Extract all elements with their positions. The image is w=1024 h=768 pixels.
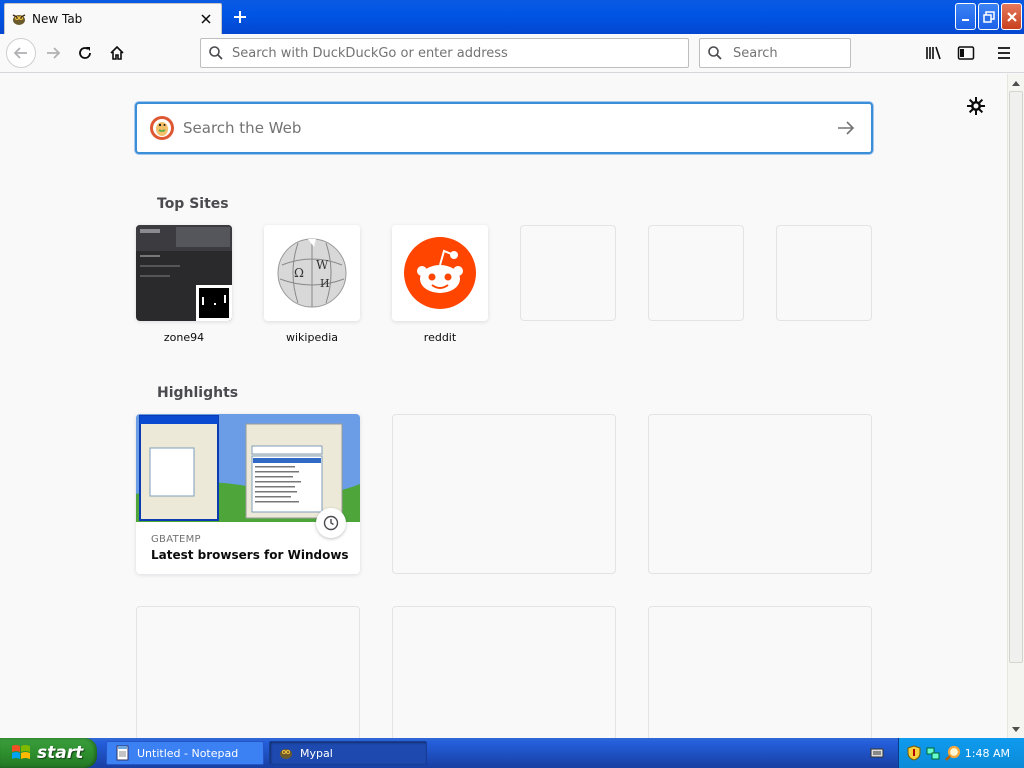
vertical-scrollbar[interactable]	[1007, 74, 1024, 738]
forward-arrow-icon	[47, 47, 61, 59]
highlight-title: Latest browsers for Windows XP…	[151, 548, 351, 562]
close-window-button[interactable]	[1001, 3, 1022, 30]
svg-text:Ω: Ω	[294, 266, 304, 280]
top-site-label: wikipedia	[285, 331, 338, 344]
library-icon	[926, 46, 941, 60]
scrollbar-thumb[interactable]	[1009, 91, 1023, 663]
tab-bar: New Tab	[0, 0, 1024, 34]
svg-text:И: И	[320, 277, 330, 290]
taskbar-item-label: Mypal	[300, 746, 333, 760]
highlight-placeholder	[136, 606, 360, 738]
top-site-placeholder	[648, 225, 744, 321]
highlight-placeholder	[392, 606, 616, 738]
reddit-logo-icon	[392, 225, 488, 321]
reload-icon	[79, 47, 91, 59]
home-button[interactable]	[103, 39, 131, 67]
taskbar-item-notepad[interactable]: Untitled - Notepad	[106, 741, 264, 765]
highlights-heading: Highlights	[157, 385, 239, 401]
network-icon[interactable]	[925, 745, 941, 761]
gear-icon	[967, 97, 985, 115]
navigation-toolbar: Search with DuckDuckGo or enter address …	[0, 34, 1024, 73]
highlight-card[interactable]: GBATEMP Latest browsers for Windows XP…	[136, 414, 360, 574]
wikipedia-globe-icon: Ω W И	[264, 225, 360, 321]
windows-logo-icon	[12, 745, 30, 759]
top-site-label: zone94	[163, 331, 205, 344]
library-button[interactable]	[920, 39, 948, 67]
web-search-box[interactable]: Search the Web	[135, 102, 873, 154]
notepad-icon	[115, 745, 131, 761]
web-search-placeholder: Search the Web	[183, 119, 302, 137]
plus-icon	[234, 11, 246, 23]
close-tab-icon[interactable]	[195, 8, 217, 30]
highlight-placeholder	[392, 414, 616, 574]
forward-button[interactable]	[39, 39, 67, 67]
scroll-down-arrow-icon[interactable]	[1008, 721, 1024, 738]
keyboard-icon[interactable]	[868, 745, 886, 761]
highlight-placeholder	[648, 414, 872, 574]
back-button[interactable]	[6, 38, 36, 68]
scroll-up-arrow-icon[interactable]	[1008, 74, 1024, 91]
zone94-thumbnail	[136, 225, 232, 321]
close-icon	[1006, 11, 1017, 22]
home-icon	[110, 45, 124, 60]
search-tray-icon[interactable]	[945, 745, 961, 761]
highlight-source: GBATEMP	[151, 534, 201, 545]
settings-button[interactable]	[964, 94, 988, 118]
taskbar-clock: 1:48 AM	[964, 746, 1010, 760]
top-site-label: reddit	[423, 331, 457, 344]
mypal-icon	[278, 745, 294, 761]
top-site-zone94[interactable]	[136, 225, 232, 321]
top-sites-heading: Top Sites	[157, 196, 229, 212]
tab-title: New Tab	[32, 12, 83, 26]
reload-button[interactable]	[71, 39, 99, 67]
top-site-placeholder	[520, 225, 616, 321]
highlight-placeholder	[648, 606, 872, 738]
url-bar-placeholder: Search with DuckDuckGo or enter address	[232, 45, 508, 61]
hamburger-menu-icon	[998, 47, 1010, 59]
windows-taskbar: start Untitled - Notepad Mypal 1:48 AM	[0, 738, 1024, 768]
new-tab-button[interactable]	[226, 4, 254, 30]
arrow-right-icon[interactable]	[831, 113, 861, 143]
start-label: start	[37, 743, 84, 763]
minimize-button[interactable]	[955, 3, 976, 30]
start-button[interactable]: start	[0, 738, 97, 768]
back-arrow-icon	[13, 47, 27, 59]
sidebar-icon	[957, 46, 975, 60]
sidebar-button[interactable]	[952, 39, 980, 67]
search-icon	[708, 45, 724, 61]
new-tab-page: Search the Web Top Sites zone94 Ω W И wi…	[0, 74, 1007, 738]
top-site-reddit[interactable]	[392, 225, 488, 321]
minimize-icon	[961, 18, 969, 21]
url-bar[interactable]: Search with DuckDuckGo or enter address	[200, 38, 689, 68]
svg-text:W: W	[316, 258, 329, 272]
search-bar-placeholder: Search	[733, 45, 778, 61]
highlight-thumbnail	[136, 414, 360, 522]
system-tray: 1:48 AM	[898, 738, 1024, 768]
top-site-placeholder	[776, 225, 872, 321]
restore-icon	[982, 10, 995, 23]
duckduckgo-logo-icon	[150, 116, 174, 140]
security-shield-icon[interactable]	[907, 745, 921, 761]
tab-new-tab[interactable]: New Tab	[4, 3, 222, 34]
menu-button[interactable]	[990, 39, 1018, 67]
top-site-wikipedia[interactable]: Ω W И	[264, 225, 360, 321]
mypal-favicon-icon	[11, 11, 27, 27]
search-bar[interactable]: Search	[699, 38, 851, 68]
search-icon	[209, 45, 225, 61]
clock-icon	[316, 508, 346, 538]
restore-button[interactable]	[978, 3, 999, 30]
taskbar-item-label: Untitled - Notepad	[137, 746, 239, 760]
taskbar-item-mypal[interactable]: Mypal	[269, 741, 427, 765]
